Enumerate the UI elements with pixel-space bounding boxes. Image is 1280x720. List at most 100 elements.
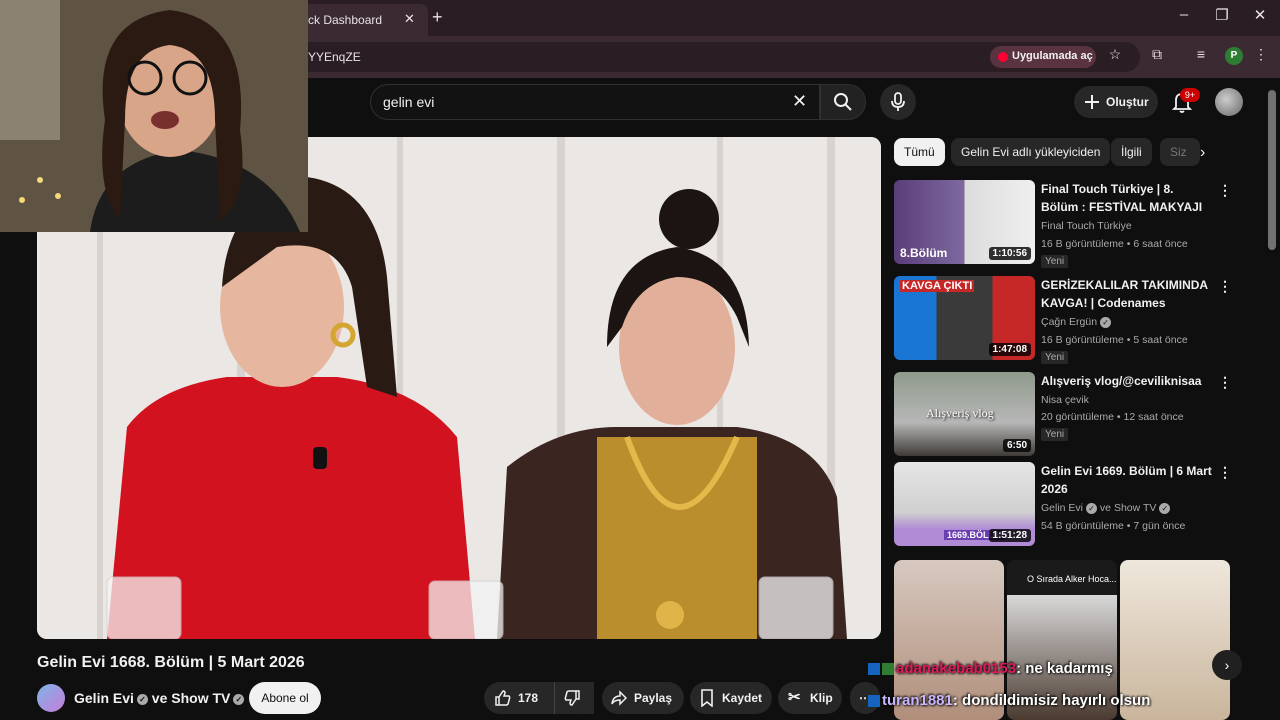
recommendation-title[interactable]: Gelin Evi 1669. Bölüm | 6 Mart 2026	[1041, 462, 1213, 498]
verified-icon: ✓	[1100, 316, 1112, 328]
open-in-app-label: Uygulamada aç	[1012, 50, 1093, 62]
shorts-caption: O Sırada Alker Hoca...	[1027, 574, 1117, 584]
share-label: Paylaş	[634, 691, 673, 705]
open-in-app-button[interactable]: Uygulamada aç	[990, 46, 1096, 68]
extensions-icon[interactable]: ⧉	[1146, 46, 1168, 63]
chat-badge-icon	[868, 695, 880, 708]
recommendation-title[interactable]: Alışveriş vlog/@ceviliknisaa	[1041, 372, 1213, 390]
thumbs-down-icon	[564, 690, 580, 706]
recommendation-channel[interactable]: Çağn Ergün ✓	[1041, 316, 1112, 328]
media-control-icon[interactable]: ≡	[1190, 46, 1212, 62]
chip-related[interactable]: İlgili	[1111, 138, 1152, 166]
clear-search-icon[interactable]: ✕	[792, 91, 807, 112]
plus-icon	[1085, 95, 1099, 109]
more-options-icon[interactable]: ⋮	[1218, 464, 1232, 481]
new-tab-icon[interactable]: +	[432, 7, 443, 28]
browser-menu-icon[interactable]: ⋮	[1250, 46, 1272, 63]
thumbs-up-icon	[495, 690, 511, 706]
recommendation-title[interactable]: GERİZEKALILAR TAKIMINDA KAVGA! | Codenam…	[1041, 276, 1213, 312]
verified-icon: ✓	[136, 693, 148, 705]
channel-partner-name[interactable]: Show TV	[1114, 502, 1156, 514]
channel-connector: ve	[147, 690, 172, 706]
search-icon	[834, 93, 852, 111]
scissors-icon: ✂	[788, 689, 801, 706]
shorts-next-icon[interactable]: ›	[1212, 650, 1242, 680]
verified-icon: ✓	[1159, 502, 1171, 514]
channel-name[interactable]: Gelin Evi	[1041, 502, 1083, 514]
voice-search-button[interactable]	[880, 84, 916, 120]
browser-profile-avatar[interactable]: P	[1225, 47, 1243, 65]
share-arrow-icon	[611, 690, 628, 706]
chevron-right-icon[interactable]: ›	[1200, 144, 1205, 162]
recommendation-meta: 54 B görüntüleme • 7 gün önce	[1041, 520, 1186, 532]
minimize-icon[interactable]: –	[1172, 6, 1196, 23]
search-button[interactable]	[820, 84, 866, 120]
channel-name-row[interactable]: Gelin Evi ✓ ve Show TV ✓	[74, 690, 245, 706]
dislike-button[interactable]	[554, 682, 594, 714]
thumbnail-caption: Alışveriş vlog	[926, 406, 994, 420]
video-duration: 1:10:56	[988, 247, 1031, 260]
microphone-icon	[891, 92, 905, 111]
chat-text: : dondildimisiz hayırlı olsun	[952, 692, 1151, 709]
recommendation-item[interactable]: 1669.BÖLÜM 1:51:28 Gelin Evi 1669. Bölüm…	[894, 462, 1254, 548]
channel-name[interactable]: Çağn Ergün	[1041, 316, 1097, 328]
recommendation-channel[interactable]: Gelin Evi ✓ ve Show TV ✓	[1041, 502, 1171, 514]
recommendation-meta: 20 görüntüleme • 12 saat önce	[1041, 411, 1184, 423]
search-input[interactable]: gelin evi	[370, 84, 820, 120]
recommendation-channel[interactable]: Final Touch Türkiye	[1041, 220, 1132, 232]
more-options-icon[interactable]: ⋮	[1218, 278, 1232, 295]
maximize-icon[interactable]: ❐	[1210, 6, 1234, 24]
close-window-icon[interactable]: ✕	[1248, 6, 1272, 24]
browser-tab[interactable]: ck Dashboard ✕	[298, 4, 428, 36]
share-button[interactable]: Paylaş	[602, 682, 684, 714]
page-scrollbar[interactable]	[1268, 90, 1276, 250]
chip-all[interactable]: Tümü	[894, 138, 945, 166]
new-badge: Yeni	[1041, 351, 1069, 364]
webcam-feed	[0, 0, 308, 232]
chip-yours[interactable]: Siz	[1160, 138, 1200, 166]
chat-username: turan1881	[882, 692, 953, 709]
video-title: Gelin Evi 1668. Bölüm | 5 Mart 2026	[37, 654, 305, 671]
clip-button[interactable]: ✂ Klip	[778, 682, 842, 714]
thumbnail-caption: KAVGA ÇIKTI	[900, 280, 975, 292]
bookmark-icon	[701, 689, 713, 707]
recommendation-item[interactable]: KAVGA ÇIKTI 1:47:08 GERİZEKALILAR TAKIMI…	[894, 276, 1254, 364]
thumbnail-caption: 8.Bölüm	[900, 246, 948, 260]
recommendation-meta: 16 B görüntüleme • 5 saat önce	[1041, 334, 1188, 346]
save-button[interactable]: Kaydet	[690, 682, 772, 714]
recommendation-item[interactable]: 8.Bölüm 1:10:56 Final Touch Türkiye | 8.…	[894, 180, 1254, 268]
bookmark-star-icon[interactable]: ☆	[1104, 46, 1126, 63]
tab-close-icon[interactable]: ✕	[404, 11, 415, 27]
recommendation-thumbnail[interactable]: 1669.BÖLÜM 1:51:28	[894, 462, 1035, 546]
url-text: YYEnqZE	[308, 50, 361, 64]
create-button[interactable]: Oluştur	[1074, 86, 1158, 118]
create-label: Oluştur	[1106, 95, 1149, 109]
recommendation-thumbnail[interactable]: Alışveriş vlog 6:50	[894, 372, 1035, 456]
chip-from-uploader[interactable]: Gelin Evi adlı yükleyiciden	[951, 138, 1111, 166]
clip-label: Klip	[810, 691, 833, 705]
verified-icon: ✓	[233, 693, 245, 705]
recommendation-thumbnail[interactable]: KAVGA ÇIKTI 1:47:08	[894, 276, 1035, 360]
streamer-webcam	[0, 0, 308, 232]
more-options-icon[interactable]: ⋮	[1218, 182, 1232, 199]
account-avatar[interactable]	[1215, 88, 1243, 116]
chat-message: turan1881: dondildimisiz hayırlı olsun	[868, 692, 1150, 709]
youtube-icon	[998, 52, 1008, 62]
channel-partner-name[interactable]: Show TV	[171, 690, 230, 706]
recommendation-meta: 16 B görüntüleme • 6 saat önce	[1041, 238, 1188, 250]
notification-badge: 9+	[1180, 88, 1200, 102]
chat-message: adanakebab0153: ne kadarmış	[868, 660, 1113, 677]
more-options-icon[interactable]: ⋮	[1218, 374, 1232, 391]
tab-title: ck Dashboard	[308, 13, 383, 27]
recommendation-channel[interactable]: Nisa çevik	[1041, 394, 1089, 406]
channel-connector: ve	[1097, 502, 1114, 514]
recommendation-thumbnail[interactable]: 8.Bölüm 1:10:56	[894, 180, 1035, 264]
recommendation-title[interactable]: Final Touch Türkiye | 8. Bölüm : FESTİVA…	[1041, 180, 1213, 216]
new-badge: Yeni	[1041, 255, 1069, 268]
channel-avatar[interactable]	[37, 684, 65, 712]
video-duration: 1:47:08	[988, 343, 1031, 356]
channel-name[interactable]: Gelin Evi	[74, 690, 134, 706]
subscribe-button[interactable]: Abone ol	[249, 682, 321, 714]
recommendation-item[interactable]: Alışveriş vlog 6:50 Alışveriş vlog/@cevi…	[894, 372, 1254, 458]
chat-badge-icon	[868, 663, 880, 676]
